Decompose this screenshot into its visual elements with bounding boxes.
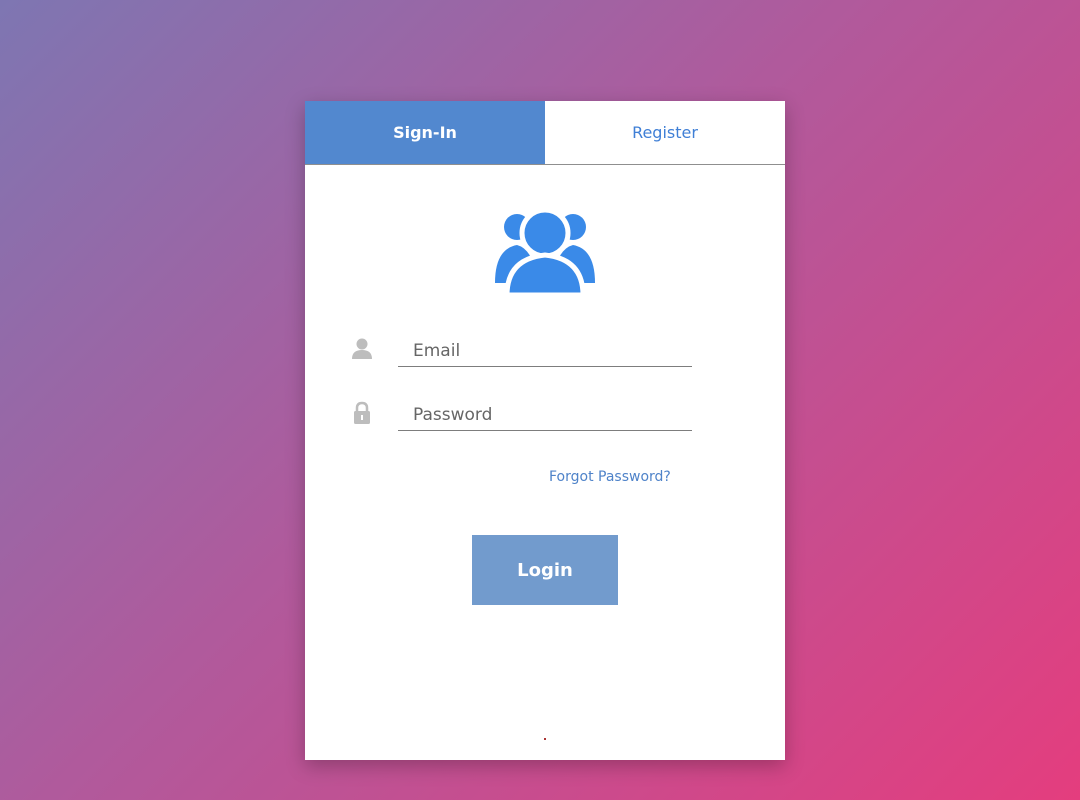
user-icon [352, 337, 372, 361]
avatar [305, 205, 785, 301]
auth-tabs: Sign-In Register [305, 101, 785, 165]
password-field[interactable] [398, 399, 692, 431]
login-card: Sign-In Register Email Forgot Password? … [305, 101, 785, 760]
users-group-icon [495, 207, 595, 298]
tab-sign-in[interactable]: Sign-In [305, 101, 545, 164]
decorative-dot [544, 738, 546, 740]
email-field[interactable] [398, 335, 692, 367]
login-button[interactable]: Login [472, 535, 618, 605]
lock-icon [352, 401, 372, 425]
forgot-password-link[interactable]: Forgot Password? [549, 469, 671, 485]
tab-register[interactable]: Register [545, 101, 785, 164]
